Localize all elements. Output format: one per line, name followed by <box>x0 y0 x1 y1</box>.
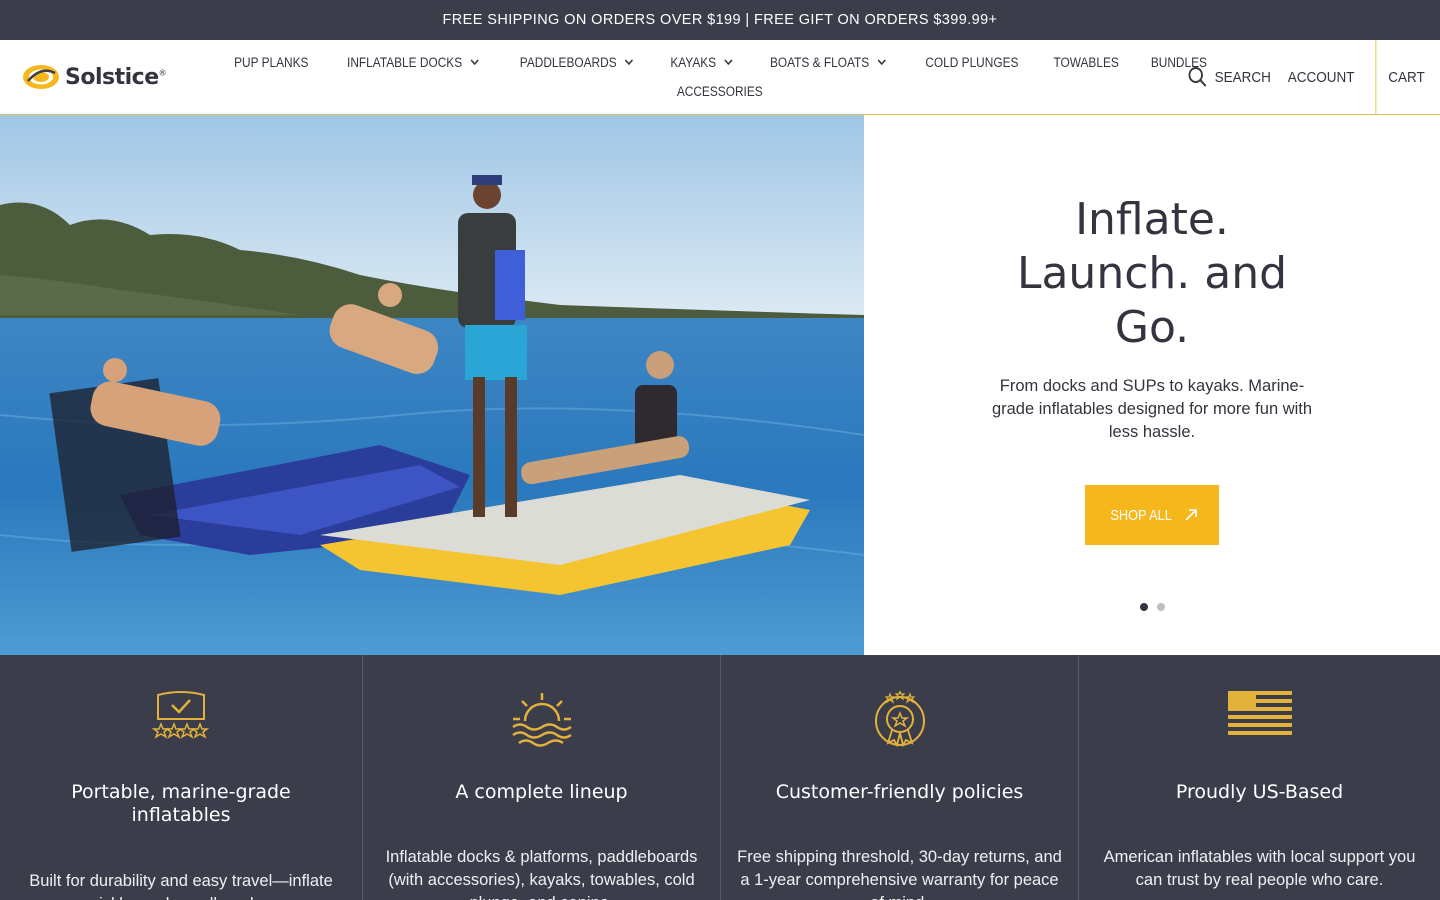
nav-item-towables[interactable]: TOWABLES <box>1043 51 1129 73</box>
feature-title: Proudly US-Based <box>1175 781 1344 803</box>
nav-item-inflatable-docks[interactable]: INFLATABLE DOCKS <box>336 51 490 73</box>
slider-dots <box>1140 603 1165 611</box>
search-button[interactable]: SEARCH <box>1188 66 1271 88</box>
feature-text: Inflatable docks & platforms, paddleboar… <box>385 848 698 900</box>
chevron-down-icon <box>469 59 479 66</box>
brand-name: Solstice® <box>65 64 167 90</box>
nav-item-cold-plunges[interactable]: COLD PLUNGES <box>915 51 1029 73</box>
hero-content: Inflate. Launch. and Go. From docks and … <box>864 115 1440 655</box>
shop-all-button[interactable]: SHOP ALL <box>1085 485 1219 545</box>
feature-text: American inflatables with local support … <box>1103 848 1416 889</box>
nav-item-pup-planks[interactable]: PUP PLANKS <box>224 51 320 73</box>
chevron-down-icon <box>877 59 886 66</box>
feature-title: Customer-friendly policies <box>775 781 1024 803</box>
us-flag-icon <box>1227 691 1292 740</box>
feature-text: Built for durability and easy travel—inf… <box>29 872 333 900</box>
chevron-down-icon <box>625 59 634 66</box>
site-header: Solstice® PUP PLANKS INFLATABLE DOCKS PADD… <box>0 40 1440 115</box>
announcement-bar: FREE SHIPPING ON ORDERS OVER $199 | FREE… <box>0 0 1440 40</box>
nav-item-paddleboards[interactable]: PADDLEBOARDS <box>510 51 646 73</box>
search-label: SEARCH <box>1214 68 1272 86</box>
cart-label: CART <box>1388 68 1425 86</box>
nav-item-label: ACCESSORIES <box>677 83 763 99</box>
main-nav-row-1: PUP PLANKS INFLATABLE DOCKS PADDLEBOARDS KA… <box>234 51 1207 73</box>
nav-item-label: TOWABLES <box>1053 54 1119 70</box>
features-bar: Portable, marine-grade inflatables Built … <box>0 655 1440 900</box>
hero-title: Inflate. Launch. and Go. <box>1016 194 1288 353</box>
chevron-down-icon <box>724 59 733 66</box>
nav-item-kayaks[interactable]: KAYAKS <box>660 51 745 73</box>
nav-item-label: PADDLEBOARDS <box>520 54 617 70</box>
feature-column: Proudly US-Based American inflatables wit… <box>1078 655 1440 900</box>
feature-column: Customer-friendly policies Free shipping … <box>720 655 1078 900</box>
announcement-text: FREE SHIPPING ON ORDERS OVER $199 | FREE… <box>442 12 998 28</box>
feature-title: A complete lineup <box>455 781 628 803</box>
nav-item-label: COLD PLUNGES <box>925 54 1019 70</box>
award-medal-icon <box>873 689 927 752</box>
account-label: ACCOUNT <box>1287 68 1355 86</box>
shield-stars-icon <box>151 691 210 746</box>
nav-item-label: KAYAKS <box>670 54 717 70</box>
feature-column: Portable, marine-grade inflatables Built … <box>0 655 362 900</box>
feature-title: Portable, marine-grade inflatables <box>71 781 291 826</box>
feature-text: Free shipping threshold, 30-day returns,… <box>737 848 1062 900</box>
utility-nav: SEARCH ACCOUNT CART <box>1183 40 1440 114</box>
search-icon <box>1188 67 1207 87</box>
cart-link[interactable]: CART <box>1375 40 1436 114</box>
brand-logo[interactable]: Solstice® <box>22 60 167 94</box>
nav-item-label: BOATS & FLOATS <box>770 54 870 70</box>
arrow-up-right-icon <box>1185 509 1197 521</box>
slide-dot-1[interactable] <box>1140 603 1148 611</box>
sun-logo-icon <box>23 65 59 89</box>
hero-image <box>0 115 864 655</box>
nav-item-accessories[interactable]: ACCESSORIES <box>667 80 774 102</box>
nav-item-label: PUP PLANKS <box>234 54 309 70</box>
shop-all-label: SHOP ALL <box>1110 506 1172 524</box>
sunrise-waves-icon <box>511 691 573 752</box>
slide-dot-2[interactable] <box>1157 603 1165 611</box>
hero-subtitle: From docks and SUPs to kayaks. Marine-gr… <box>991 377 1313 441</box>
nav-item-boats-floats[interactable]: BOATS & FLOATS <box>760 51 898 73</box>
nav-item-label: INFLATABLE DOCKS <box>346 54 462 70</box>
hero-slider: Inflate. Launch. and Go. From docks and … <box>0 115 1440 655</box>
main-nav: PUP PLANKS INFLATABLE DOCKS PADDLEBOARDS KA… <box>234 40 1207 115</box>
hero-lake-photo <box>0 115 864 655</box>
feature-column: A complete lineup Inflatable docks & plat… <box>362 655 720 900</box>
main-nav-row-2: ACCESSORIES <box>290 80 1150 102</box>
account-link[interactable]: ACCOUNT <box>1288 69 1355 86</box>
